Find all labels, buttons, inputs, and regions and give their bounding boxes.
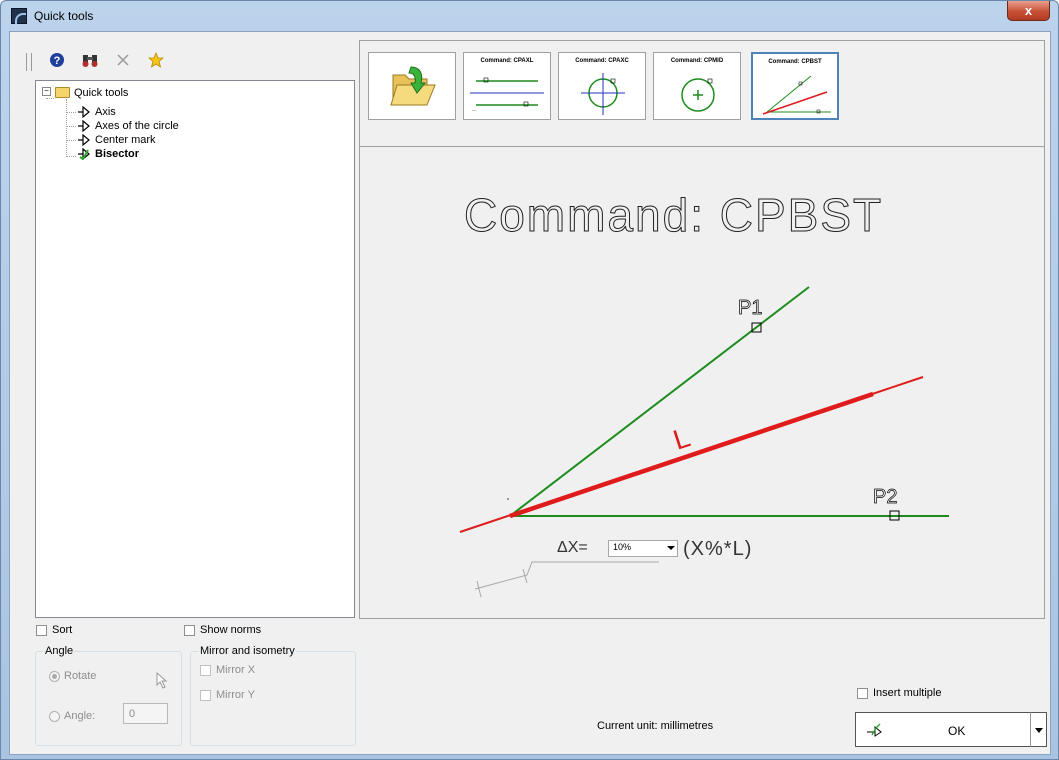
angle-value: 0 [129, 708, 136, 720]
tree-item-axes-of-the-circle[interactable]: Axes of the circle [95, 119, 179, 133]
rotate-label: Rotate [64, 670, 97, 682]
mirror-x-checkbox[interactable] [200, 665, 211, 676]
window-title: Quick tools [34, 9, 94, 23]
quick-tools-tree[interactable]: − Quick tools Axis Axes of the circle Ce… [35, 80, 355, 618]
delta-x-value: 10% [613, 542, 632, 552]
insert-tool-icon [867, 723, 882, 737]
p2-label: P2 [873, 486, 898, 509]
axes-of-circle-tool-icon [78, 120, 90, 132]
tile-cpaxl-caption: Command: CPAXL [480, 58, 534, 64]
angle-group-title: Angle [44, 645, 75, 657]
folder-icon [55, 87, 70, 98]
ok-label: OK [948, 724, 966, 738]
ok-dropdown-button[interactable] [1030, 712, 1047, 747]
show-norms-checkbox[interactable] [184, 625, 195, 636]
first-line [509, 286, 810, 517]
tile-cpaxl[interactable]: Command: CPAXL — [463, 52, 551, 120]
bisector-thumbnail [762, 75, 831, 115]
mirror-and-isometry-group [190, 651, 356, 746]
open-folder-icon [390, 66, 436, 106]
delta-formula: (X%*L) [683, 538, 753, 560]
app-icon [11, 8, 27, 24]
tree-item-axis[interactable]: Axis [95, 105, 116, 119]
title-bar[interactable]: Quick tools x [1, 1, 1058, 31]
delta-x-label: ΔX= [557, 539, 588, 556]
tile-cpaxc[interactable]: Command: CPAXC [558, 52, 646, 120]
axis-tool-icon [78, 106, 90, 118]
insert-multiple-label: Insert multiple [873, 687, 942, 699]
angle-label: Angle: [64, 710, 96, 722]
favorite-star-icon[interactable] [147, 51, 165, 70]
center-mark-thumbnail [681, 78, 715, 112]
chevron-down-icon [667, 546, 675, 550]
toolbar-grip[interactable] [26, 53, 32, 71]
bisector-line [509, 391, 874, 519]
tree-item-bisector[interactable]: Bisector [95, 147, 139, 161]
bisector-tool-icon [78, 148, 90, 160]
tile-cpmid[interactable]: Command: CPMID [653, 52, 741, 120]
svg-text:—: — [472, 107, 476, 112]
svg-text:?: ? [54, 55, 61, 67]
tile-cpmid-caption: Command: CPMID [670, 58, 724, 64]
mirror-y-label: Mirror Y [216, 689, 255, 701]
mirror-y-checkbox[interactable] [200, 690, 211, 701]
mirror-x-label: Mirror X [216, 664, 256, 676]
sort-label: Sort [52, 624, 73, 636]
ok-dropdown-arrow-icon [1035, 728, 1043, 733]
ok-button[interactable]: OK [855, 712, 1031, 747]
help-icon[interactable]: ? [48, 52, 66, 70]
tile-cpbst[interactable]: Command: CPBST [751, 52, 839, 120]
close-button[interactable]: x [1007, 1, 1050, 21]
rotate-cursor-icon [156, 672, 168, 689]
rotate-radio[interactable] [49, 671, 60, 682]
angle-value-input[interactable]: 0 [123, 703, 168, 724]
show-norms-label: Show norms [200, 624, 262, 636]
mirror-group-title: Mirror and isometry [199, 645, 296, 657]
circle-axes-thumbnail [581, 73, 625, 115]
tile-cpbst-caption: Command: CPBST [768, 59, 822, 65]
open-folder-tile[interactable] [368, 52, 456, 120]
tree-root-quick-tools[interactable]: Quick tools [74, 86, 128, 100]
tree-item-center-mark[interactable]: Center mark [95, 133, 156, 147]
delete-icon[interactable] [114, 52, 132, 70]
angle-group [35, 651, 182, 746]
center-mark-tool-icon [78, 134, 90, 146]
binoculars-icon[interactable] [81, 52, 99, 70]
delta-x-dropdown[interactable]: 10% [608, 540, 678, 557]
sort-checkbox[interactable] [36, 625, 47, 636]
axis-thumbnail: — [470, 77, 544, 112]
p1-label: P1 [738, 297, 763, 320]
insert-multiple-checkbox[interactable] [857, 688, 868, 699]
collapse-toggle[interactable]: − [42, 87, 51, 96]
angle-radio[interactable] [49, 711, 60, 722]
current-unit-text: Current unit: millimetres [597, 720, 714, 732]
delta-ticks [476, 568, 528, 598]
command-tiles-panel: Command: CPAXL — Command: CPAXC Command:… [359, 40, 1045, 147]
tile-cpaxc-caption: Command: CPAXC [575, 58, 629, 64]
delta-leader [474, 561, 659, 590]
